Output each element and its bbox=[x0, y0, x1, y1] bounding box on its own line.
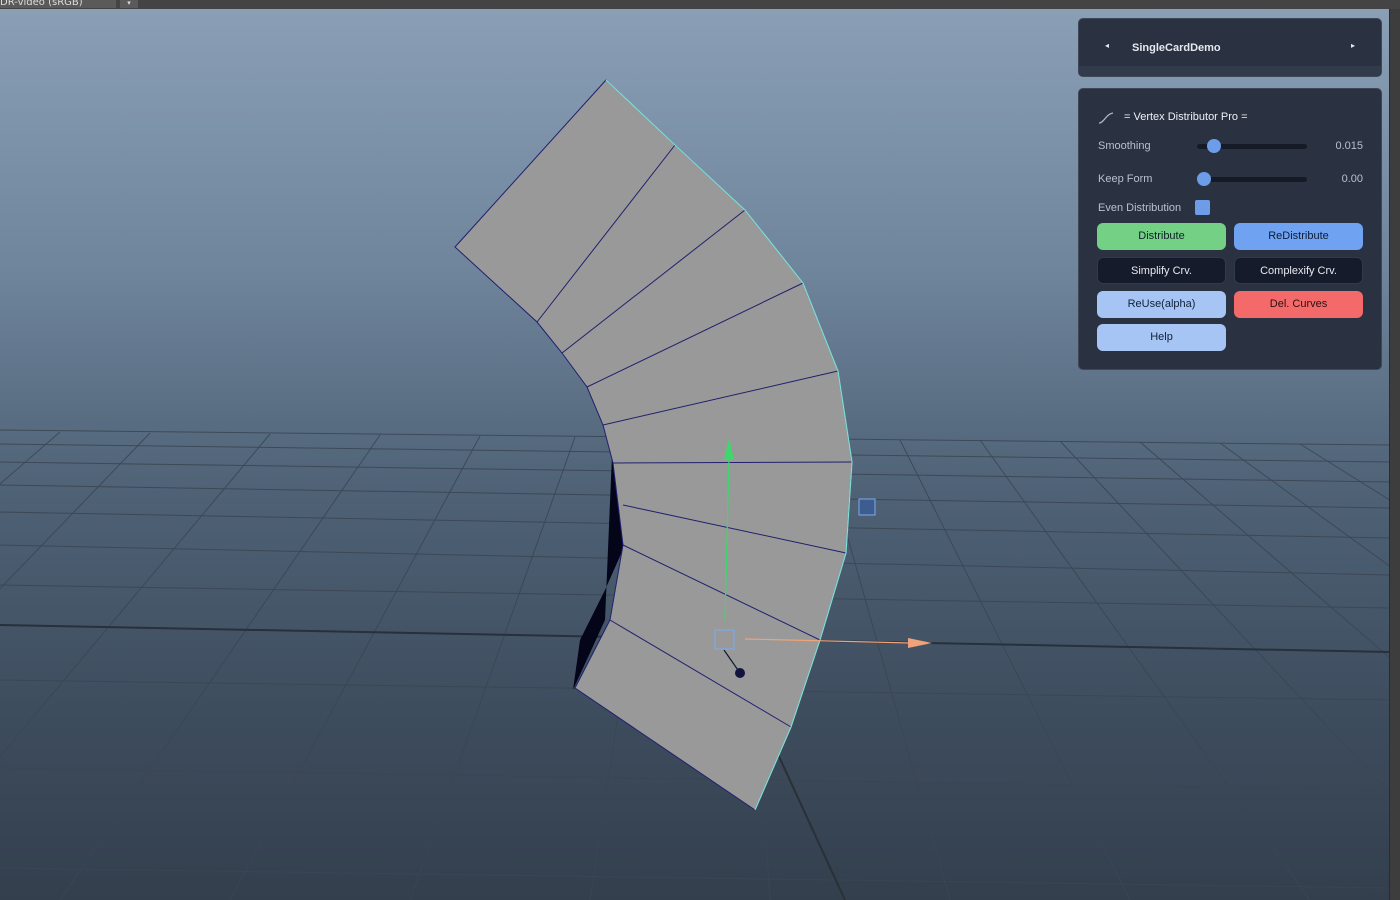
keep-form-value[interactable]: 0.00 bbox=[1313, 173, 1363, 185]
smoothing-label: Smoothing bbox=[1098, 140, 1151, 152]
keep-form-slider-knob[interactable] bbox=[1197, 172, 1211, 186]
shelf-selector-panel: ◂ SingleCardDemo ▸ bbox=[1078, 18, 1382, 77]
smoothing-slider[interactable] bbox=[1197, 139, 1307, 153]
y-arrow-icon[interactable] bbox=[724, 438, 734, 460]
center-handle[interactable] bbox=[714, 629, 735, 650]
viewport-topbar: DR-video (sRGB) ▾ bbox=[0, 0, 1400, 9]
color-space-dropdown[interactable]: DR-video (sRGB) bbox=[0, 0, 116, 8]
x-axis-handle[interactable] bbox=[744, 638, 911, 644]
keep-form-slider[interactable] bbox=[1197, 172, 1307, 186]
reuse-alpha-button[interactable]: ReUse(alpha) bbox=[1097, 291, 1226, 318]
pivot-handle[interactable] bbox=[858, 498, 876, 516]
viewport-scrollbar[interactable] bbox=[1389, 9, 1400, 900]
z-axis-handle[interactable] bbox=[735, 668, 745, 678]
help-button[interactable]: Help bbox=[1097, 324, 1226, 351]
even-distribution-label: Even Distribution bbox=[1098, 202, 1182, 214]
3d-viewport[interactable]: DR-video (sRGB) ▾ ◂ SingleCardDemo ▸ = V… bbox=[0, 0, 1400, 900]
shelf-title: SingleCardDemo bbox=[1132, 42, 1221, 54]
x-arrow-icon[interactable] bbox=[908, 638, 932, 648]
complexify-curve-button[interactable]: Complexify Crv. bbox=[1234, 257, 1363, 284]
shelf-strip bbox=[1079, 66, 1381, 76]
curve-icon bbox=[1098, 112, 1114, 124]
tool-title: = Vertex Distributor Pro = bbox=[1124, 111, 1248, 123]
prev-arrow-icon[interactable]: ◂ bbox=[1105, 41, 1109, 50]
smoothing-value[interactable]: 0.015 bbox=[1313, 140, 1363, 152]
smoothing-slider-knob[interactable] bbox=[1207, 139, 1221, 153]
delete-curves-button[interactable]: Del. Curves bbox=[1234, 291, 1363, 318]
keep-form-label: Keep Form bbox=[1098, 173, 1153, 185]
vertex-distributor-panel: = Vertex Distributor Pro = Smoothing 0.0… bbox=[1078, 88, 1382, 370]
even-distribution-checkbox[interactable] bbox=[1195, 200, 1210, 215]
redistribute-button[interactable]: ReDistribute bbox=[1234, 223, 1363, 250]
chevron-down-icon[interactable]: ▾ bbox=[120, 0, 138, 8]
y-axis-handle[interactable] bbox=[724, 457, 730, 621]
distribute-button[interactable]: Distribute bbox=[1097, 223, 1226, 250]
next-arrow-icon[interactable]: ▸ bbox=[1351, 41, 1355, 50]
simplify-curve-button[interactable]: Simplify Crv. bbox=[1097, 257, 1226, 284]
